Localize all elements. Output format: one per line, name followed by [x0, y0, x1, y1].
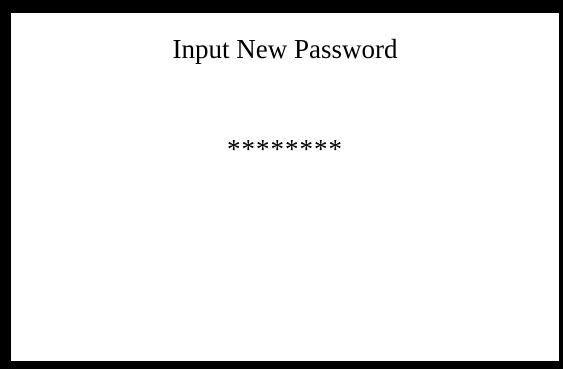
password-screen: Input New Password ******** [11, 13, 559, 361]
screen-title: Input New Password [172, 34, 398, 64]
new-password-field[interactable]: ******** [11, 136, 559, 163]
